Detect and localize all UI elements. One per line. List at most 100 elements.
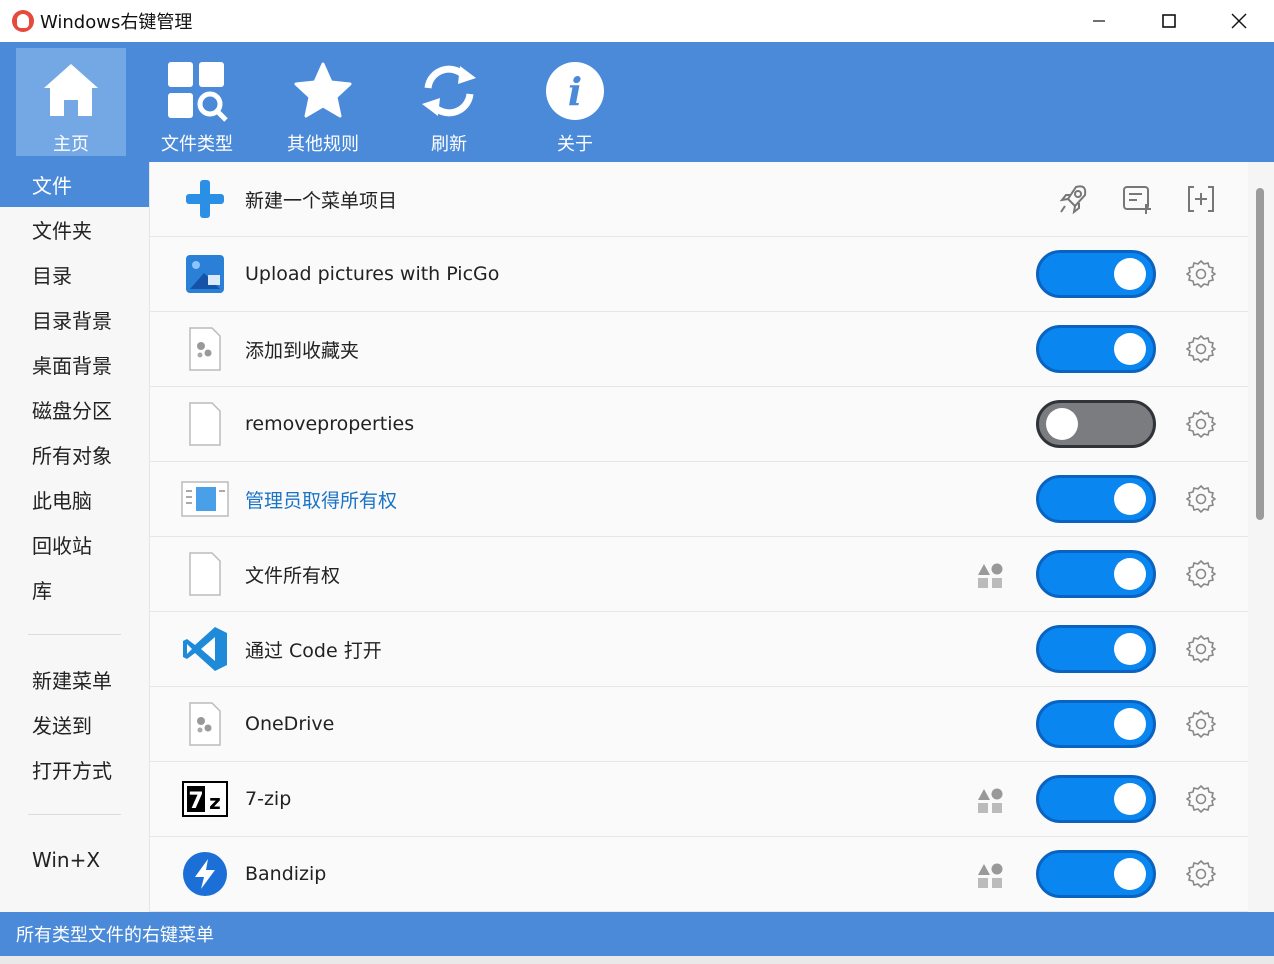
close-icon [1231, 13, 1247, 29]
home-icon [36, 56, 106, 126]
svg-text:z: z [209, 790, 221, 814]
blank-file-icon [180, 549, 230, 599]
menu-item-row: 添加到收藏夹 [150, 312, 1248, 387]
file-types-icon [162, 56, 232, 126]
maximize-button[interactable] [1134, 0, 1204, 42]
menu-item-row: 管理员取得所有权 [150, 462, 1248, 537]
window-title: Windows右键管理 [40, 12, 193, 33]
menu-item-row: removeproperties [150, 387, 1248, 462]
shapes-icon [978, 563, 1003, 588]
settings-file-icon [180, 699, 230, 749]
vscode-icon [180, 624, 230, 674]
sidebar-item-open-with[interactable]: 打开方式 [0, 747, 149, 792]
gear-icon[interactable] [1186, 409, 1216, 439]
menu-item-row: 7z 7-zip [150, 762, 1248, 837]
menu-item-label: 7-zip [245, 788, 292, 810]
main-toolbar: 主页 文件类型 其他规则 刷新 i 关于 [0, 42, 1274, 162]
vertical-scrollbar[interactable] [1248, 162, 1274, 912]
sidebar-item-desktop-background[interactable]: 桌面背景 [0, 342, 149, 387]
7zip-icon: 7z [180, 774, 230, 824]
status-text: 所有类型文件的右键菜单 [16, 925, 214, 946]
menu-item-label: 文件所有权 [245, 564, 341, 587]
app-logo-icon [12, 10, 34, 32]
new-menu-item-label: 新建一个菜单项目 [245, 189, 398, 212]
scrollbar-thumb[interactable] [1256, 188, 1264, 520]
maximize-icon [1162, 14, 1176, 28]
sidebar-item-file[interactable]: 文件 [0, 162, 149, 207]
add-note-icon[interactable] [1120, 182, 1154, 216]
sidebar-item-win-x[interactable]: Win+X [0, 837, 149, 882]
new-menu-item-row[interactable]: 新建一个菜单项目 [150, 162, 1248, 237]
menu-item-label: removeproperties [245, 413, 415, 435]
gear-icon[interactable] [1186, 334, 1216, 364]
menu-item-row: Bandizip [150, 837, 1248, 912]
gear-icon[interactable] [1186, 784, 1216, 814]
rocket-icon[interactable] [1056, 182, 1090, 216]
toolbar-about-label: 关于 [557, 134, 593, 155]
svg-text:7: 7 [188, 789, 203, 814]
sidebar-item-directory[interactable]: 目录 [0, 252, 149, 297]
gear-icon[interactable] [1186, 259, 1216, 289]
sidebar-item-all-objects[interactable]: 所有对象 [0, 432, 149, 477]
sidebar-item-new-menu[interactable]: 新建菜单 [0, 657, 149, 702]
toolbar-other-rules-label: 其他规则 [287, 134, 359, 155]
menu-item-row: 通过 Code 打开 [150, 612, 1248, 687]
menu-item-label: 添加到收藏夹 [245, 339, 360, 362]
settings-file-icon [180, 324, 230, 374]
add-bracket-icon[interactable] [1184, 182, 1218, 216]
status-bar: 所有类型文件的右键菜单 [0, 912, 1274, 956]
close-button[interactable] [1204, 0, 1274, 42]
gear-icon[interactable] [1186, 559, 1216, 589]
toolbar-home[interactable]: 主页 [16, 48, 126, 156]
gear-icon[interactable] [1186, 484, 1216, 514]
bandizip-icon [180, 849, 230, 899]
window-bottom-edge [0, 956, 1274, 964]
shapes-icon [978, 788, 1003, 813]
plus-icon [180, 174, 230, 224]
sidebar-item-directory-background[interactable]: 目录背景 [0, 297, 149, 342]
menu-item-label: 通过 Code 打开 [245, 639, 382, 662]
sidebar: 文件 文件夹 目录 目录背景 桌面背景 磁盘分区 所有对象 此电脑 回收站 库 … [0, 162, 150, 912]
picgo-icon [180, 249, 230, 299]
enable-toggle[interactable] [1036, 850, 1156, 898]
sidebar-item-drive[interactable]: 磁盘分区 [0, 387, 149, 432]
enable-toggle[interactable] [1036, 625, 1156, 673]
enable-toggle[interactable] [1036, 250, 1156, 298]
sidebar-divider [28, 634, 121, 635]
sidebar-item-send-to[interactable]: 发送到 [0, 702, 149, 747]
gear-icon[interactable] [1186, 709, 1216, 739]
gear-icon[interactable] [1186, 859, 1216, 889]
sidebar-item-folder[interactable]: 文件夹 [0, 207, 149, 252]
title-bar: Windows右键管理 [0, 0, 1274, 42]
header-actions [1056, 182, 1218, 216]
gear-icon[interactable] [1186, 634, 1216, 664]
refresh-icon [414, 56, 484, 126]
enable-toggle[interactable] [1036, 550, 1156, 598]
enable-toggle[interactable] [1036, 400, 1156, 448]
toolbar-refresh[interactable]: 刷新 [394, 48, 504, 156]
enable-toggle[interactable] [1036, 700, 1156, 748]
menu-item-label: 管理员取得所有权 [245, 489, 398, 512]
minimize-button[interactable] [1064, 0, 1134, 42]
shapes-icon [978, 863, 1003, 888]
sidebar-item-this-pc[interactable]: 此电脑 [0, 477, 149, 522]
toolbar-other-rules[interactable]: 其他规则 [268, 48, 378, 156]
menu-item-list: 新建一个菜单项目 Upload pictures with PicGo 添加到收… [150, 162, 1248, 912]
enable-toggle[interactable] [1036, 475, 1156, 523]
menu-item-row: Upload pictures with PicGo [150, 237, 1248, 312]
info-icon: i [540, 56, 610, 126]
menu-item-label: OneDrive [245, 713, 335, 735]
window-icon [180, 474, 230, 524]
app-window: Windows右键管理 主页 文件类型 其他规则 刷新 i 关于 文件 文件夹 … [0, 0, 1274, 964]
toolbar-file-types[interactable]: 文件类型 [142, 48, 252, 156]
blank-file-icon [180, 399, 230, 449]
menu-item-label: Bandizip [245, 863, 327, 885]
sidebar-item-library[interactable]: 库 [0, 567, 149, 612]
minimize-icon [1093, 20, 1105, 22]
sidebar-item-recycle-bin[interactable]: 回收站 [0, 522, 149, 567]
toolbar-about[interactable]: i 关于 [520, 48, 630, 156]
sidebar-divider [28, 814, 121, 815]
menu-item-label: Upload pictures with PicGo [245, 263, 500, 285]
enable-toggle[interactable] [1036, 325, 1156, 373]
enable-toggle[interactable] [1036, 775, 1156, 823]
